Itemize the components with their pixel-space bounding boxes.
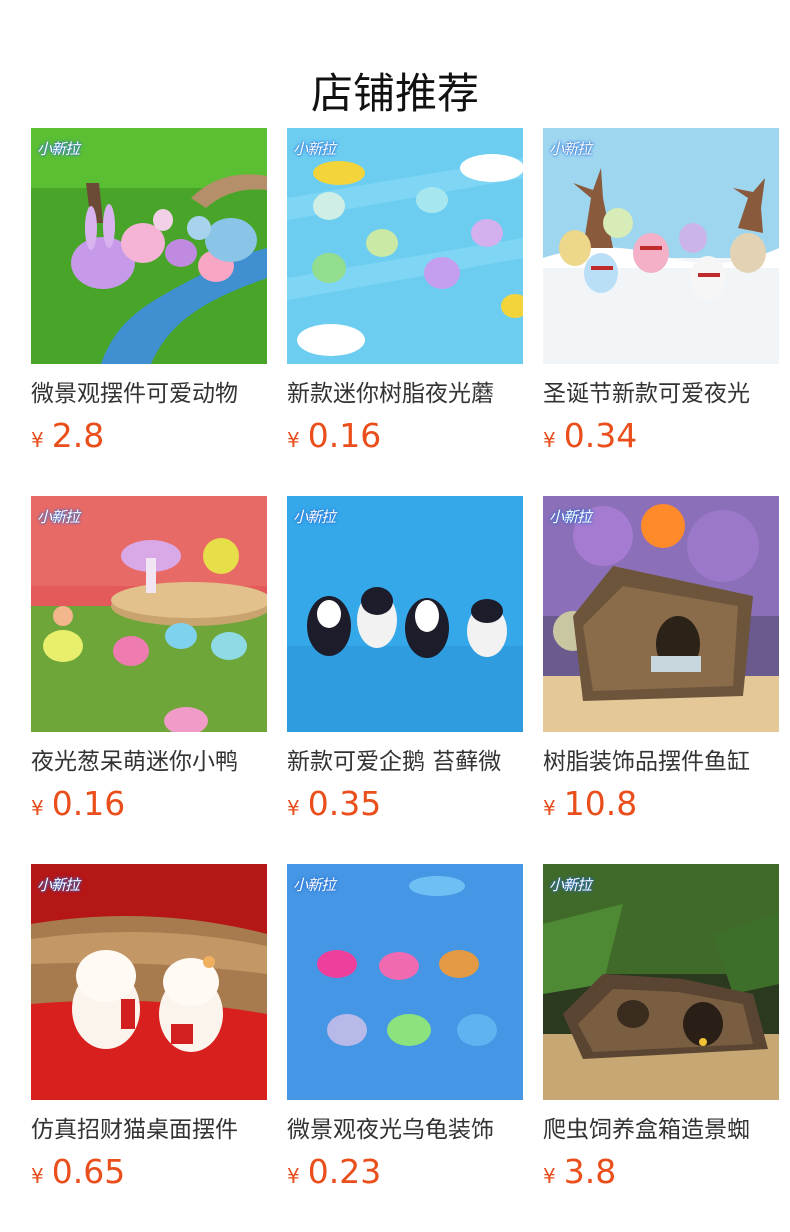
brand-logo: 小新拉 [549,876,592,894]
product-card[interactable]: 小新拉 仿真招财猫桌面摆件 ¥0.65 [31,864,267,1194]
product-card[interactable]: 小新拉 爬虫饲养盒箱造景蜘 ¥3.8 [543,864,779,1194]
price-value: 3.8 [563,1152,617,1191]
brand-logo: 小新拉 [37,876,80,894]
product-image[interactable]: 小新拉 [31,128,267,364]
price-value: 0.16 [307,416,382,455]
page-title: 店铺推荐 [310,69,479,119]
product-image[interactable]: 小新拉 [543,128,779,364]
product-card[interactable]: 小新拉 微景观夜光乌龟装饰 ¥0.23 [287,864,523,1194]
product-title[interactable]: 圣诞节新款可爱夜光 [543,378,779,410]
product-price: ¥3.8 [543,1150,616,1194]
brand-logo: 小新拉 [293,140,336,158]
currency-symbol: ¥ [543,1164,556,1188]
product-title[interactable]: 新款迷你树脂夜光蘑 [287,378,523,410]
price-value: 0.35 [307,784,382,823]
product-price: ¥0.35 [287,782,381,826]
brand-logo: 小新拉 [293,508,336,526]
currency-symbol: ¥ [543,428,556,452]
currency-symbol: ¥ [31,796,44,820]
product-image[interactable]: 小新拉 [287,128,523,364]
price-value: 0.34 [563,416,638,455]
product-image[interactable]: 小新拉 [31,496,267,732]
price-value: 0.16 [51,784,126,823]
product-title[interactable]: 微景观夜光乌龟装饰 [287,1114,523,1146]
product-title[interactable]: 树脂装饰品摆件鱼缸 [543,746,779,778]
product-image[interactable]: 小新拉 [287,496,523,732]
currency-symbol: ¥ [31,428,44,452]
product-title[interactable]: 仿真招财猫桌面摆件 [31,1114,267,1146]
product-card[interactable]: 小新拉 树脂装饰品摆件鱼缸 ¥10.8 [543,496,779,826]
brand-logo: 小新拉 [549,508,592,526]
product-price: ¥0.23 [287,1150,381,1194]
product-image[interactable]: 小新拉 [31,864,267,1100]
product-price: ¥0.16 [287,414,381,458]
product-card[interactable]: 小新拉 夜光葱呆萌迷你小鸭 ¥0.16 [31,496,267,826]
brand-logo: 小新拉 [37,508,80,526]
price-value: 2.8 [51,416,105,455]
price-value: 10.8 [563,784,638,823]
product-image[interactable]: 小新拉 [543,496,779,732]
product-card[interactable]: 小新拉 新款可爱企鹅 苔藓微 ¥0.35 [287,496,523,826]
product-image[interactable]: 小新拉 [543,864,779,1100]
product-price: ¥10.8 [543,782,637,826]
price-value: 0.23 [307,1152,382,1191]
product-card[interactable]: 小新拉 微景观摆件可爱动物 ¥2.8 [31,128,267,458]
product-card[interactable]: 小新拉 圣诞节新款可爱夜光 ¥0.34 [543,128,779,458]
product-price: ¥0.16 [31,782,125,826]
currency-symbol: ¥ [31,1164,44,1188]
currency-symbol: ¥ [543,796,556,820]
product-price: ¥0.65 [31,1150,125,1194]
product-title[interactable]: 新款可爱企鹅 苔藓微 [287,746,523,778]
brand-logo: 小新拉 [37,140,80,158]
product-title[interactable]: 夜光葱呆萌迷你小鸭 [31,746,267,778]
product-price: ¥2.8 [31,414,104,458]
product-card[interactable]: 小新拉 新款迷你树脂夜光蘑 ¥0.16 [287,128,523,458]
product-image[interactable]: 小新拉 [287,864,523,1100]
brand-logo: 小新拉 [293,876,336,894]
product-title[interactable]: 微景观摆件可爱动物 [31,378,267,410]
brand-logo: 小新拉 [549,140,592,158]
product-title[interactable]: 爬虫饲养盒箱造景蜘 [543,1114,779,1146]
currency-symbol: ¥ [287,1164,300,1188]
currency-symbol: ¥ [287,428,300,452]
price-value: 0.65 [51,1152,126,1191]
product-price: ¥0.34 [543,414,637,458]
currency-symbol: ¥ [287,796,300,820]
